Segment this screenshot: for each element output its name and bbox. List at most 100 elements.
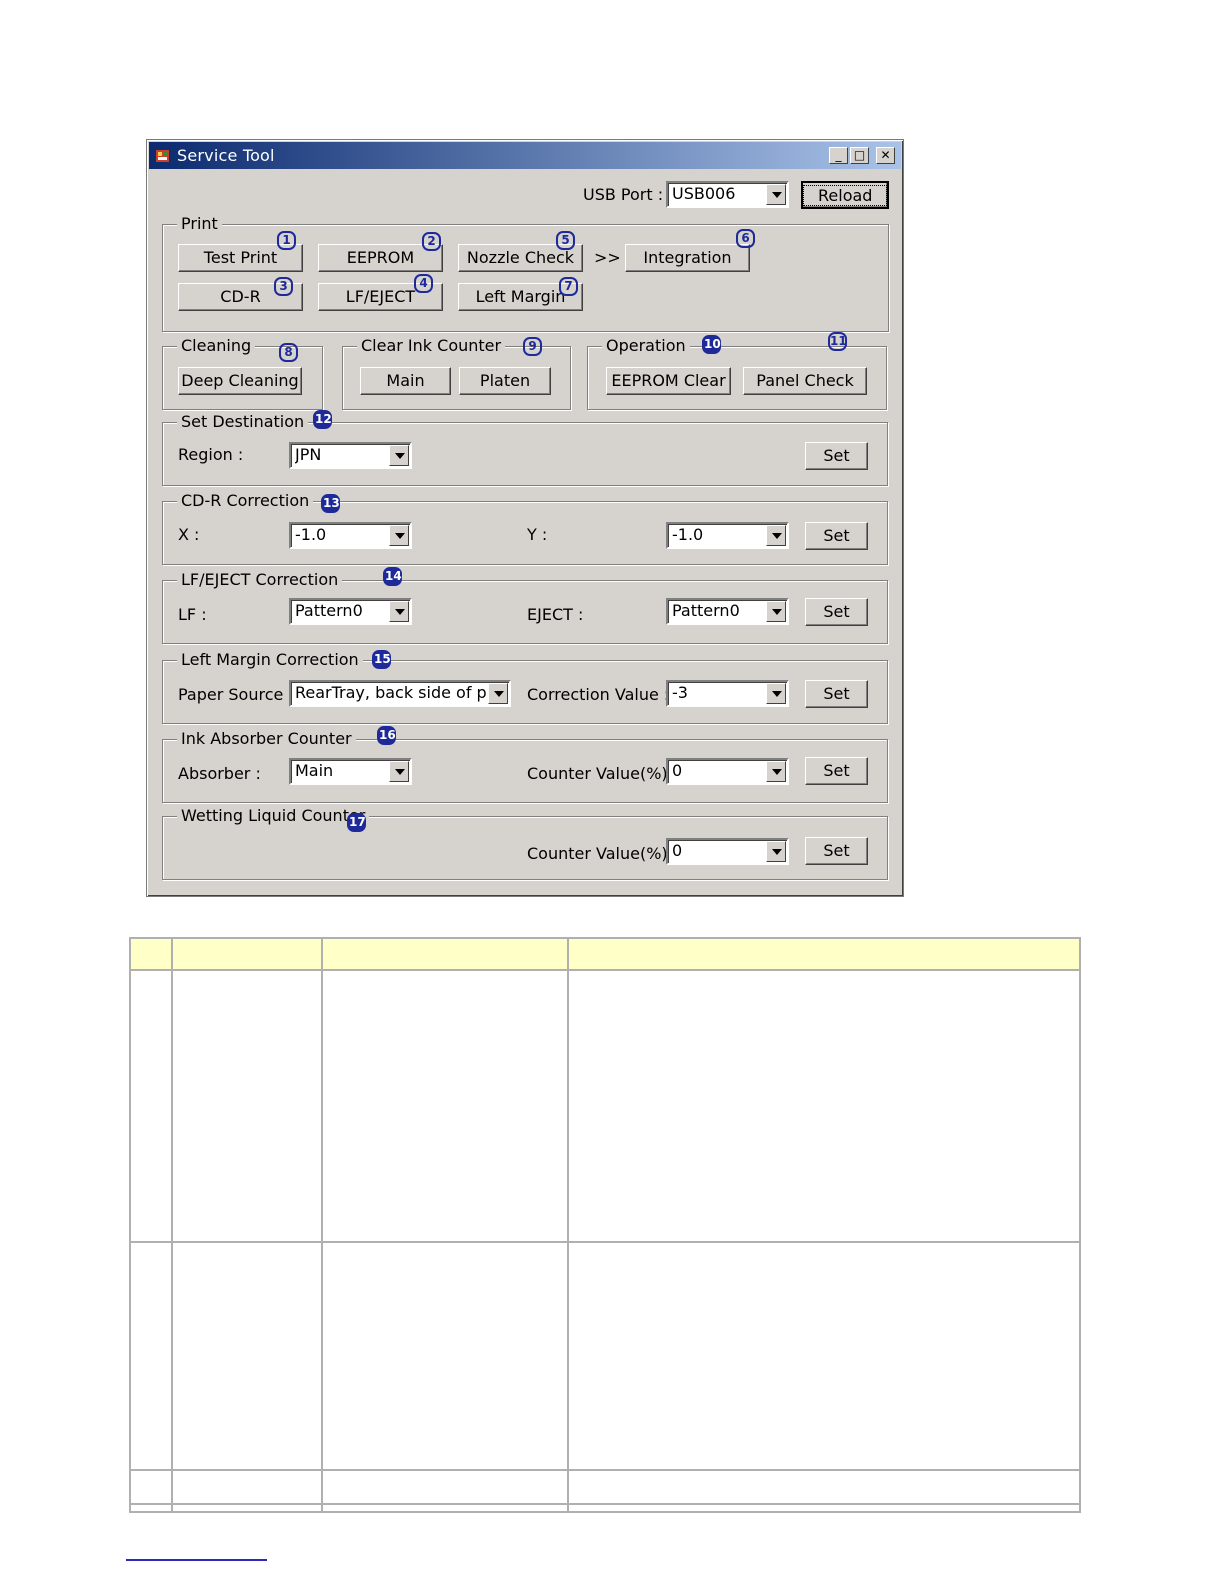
chevron-down-icon[interactable] xyxy=(766,525,786,546)
cleaning-legend: Cleaning xyxy=(177,336,256,355)
table-cell xyxy=(321,1503,569,1513)
integration-button[interactable]: Integration xyxy=(625,244,750,272)
callout-badge-9: 9 xyxy=(523,337,542,356)
eeprom-clear-button[interactable]: EEPROM Clear xyxy=(606,367,731,395)
chevron-down-icon[interactable] xyxy=(389,761,409,782)
ink-absorber-set-button[interactable]: Set xyxy=(805,757,868,785)
table-row xyxy=(129,1469,1081,1505)
callout-badge-8: 8 xyxy=(279,343,298,362)
chevron-down-icon[interactable] xyxy=(389,445,409,466)
set-destination-group: Set Destination xyxy=(162,412,888,486)
deep-cleaning-button[interactable]: Deep Cleaning xyxy=(178,367,302,395)
print-group: Print xyxy=(162,214,889,332)
chevron-down-icon[interactable] xyxy=(488,683,508,704)
wetting-liquid-set-button[interactable]: Set xyxy=(805,837,868,865)
lf-label: LF : xyxy=(178,605,207,624)
table-cell xyxy=(567,969,1081,1243)
callout-badge-11: 11 xyxy=(828,332,847,351)
table-cell xyxy=(129,1469,173,1505)
cdr-correction-set-button[interactable]: Set xyxy=(805,522,868,550)
usb-port-value: USB006 xyxy=(672,184,736,203)
set-destination-set-button[interactable]: Set xyxy=(805,442,868,470)
chevron-down-icon[interactable] xyxy=(766,841,786,862)
eject-value: Pattern0 xyxy=(672,601,740,620)
arrow-label: >> xyxy=(594,248,621,267)
table-header-cell xyxy=(171,937,323,971)
callout-badge-1: 1 xyxy=(277,231,296,250)
table-cell xyxy=(567,1241,1081,1471)
lf-eject-correction-set-button[interactable]: Set xyxy=(805,598,868,626)
eject-select[interactable]: Pattern0 xyxy=(666,598,789,625)
paper-source-label: Paper Source : xyxy=(178,685,294,704)
callout-badge-5: 5 xyxy=(556,231,575,250)
table-cell xyxy=(171,969,323,1243)
y-value: -1.0 xyxy=(672,525,704,544)
callout-badge-10: 10 xyxy=(702,335,721,354)
table-header-cell xyxy=(129,937,173,971)
table-row xyxy=(129,1241,1081,1471)
minimize-button[interactable]: _ xyxy=(829,147,848,164)
cdr-correction-legend: CD-R Correction xyxy=(177,491,314,510)
service-tool-window: Service Tool _ □ ✕ USB Port : USB006 Rel… xyxy=(146,139,904,897)
paper-source-select[interactable]: RearTray, back side of pap xyxy=(289,680,511,707)
table-row xyxy=(129,969,1081,1243)
usb-port-label: USB Port : xyxy=(583,185,664,204)
chevron-down-icon[interactable] xyxy=(766,601,786,622)
correction-value: -3 xyxy=(672,683,688,702)
main-button[interactable]: Main xyxy=(360,367,451,395)
clear-ink-counter-legend: Clear Ink Counter xyxy=(357,336,506,355)
callout-badge-14: 14 xyxy=(383,567,402,586)
chevron-down-icon[interactable] xyxy=(389,601,409,622)
callout-badge-4: 4 xyxy=(414,274,433,293)
callout-badge-3: 3 xyxy=(274,277,293,296)
window-title: Service Tool xyxy=(177,146,275,165)
callout-badge-7: 7 xyxy=(559,277,578,296)
table-cell xyxy=(171,1241,323,1471)
lf-value: Pattern0 xyxy=(295,601,363,620)
spec-table xyxy=(129,937,1081,1513)
absorber-label: Absorber : xyxy=(178,764,261,783)
ink-counter-value-label: Counter Value(%) : xyxy=(527,764,679,783)
print-legend: Print xyxy=(177,214,222,233)
set-destination-legend: Set Destination xyxy=(177,412,309,431)
lf-select[interactable]: Pattern0 xyxy=(289,598,412,625)
paper-source-value: RearTray, back side of pap xyxy=(295,683,487,702)
table-cell xyxy=(129,1241,173,1471)
table-cell xyxy=(321,1241,569,1471)
table-cell xyxy=(129,1503,173,1513)
close-button[interactable]: ✕ xyxy=(876,147,895,164)
region-label: Region : xyxy=(178,445,244,464)
left-margin-correction-set-button[interactable]: Set xyxy=(805,680,868,708)
wetting-counter-value-label: Counter Value(%) : xyxy=(527,844,679,863)
correction-value-select[interactable]: -3 xyxy=(666,680,789,707)
region-select[interactable]: JPN xyxy=(289,442,412,469)
absorber-value: Main xyxy=(295,761,334,780)
table-cell xyxy=(567,1469,1081,1505)
y-select[interactable]: -1.0 xyxy=(666,522,789,549)
callout-badge-13: 13 xyxy=(321,494,340,513)
callout-badge-17: 17 xyxy=(347,813,366,832)
table-header-row xyxy=(129,937,1081,971)
title-bar[interactable]: Service Tool _ □ ✕ xyxy=(149,142,901,169)
usb-port-select[interactable]: USB006 xyxy=(666,181,789,208)
x-select[interactable]: -1.0 xyxy=(289,522,412,549)
absorber-select[interactable]: Main xyxy=(289,758,412,785)
reload-button[interactable]: Reload xyxy=(801,181,889,209)
chevron-down-icon[interactable] xyxy=(766,184,786,205)
callout-badge-6: 6 xyxy=(736,229,755,248)
chevron-down-icon[interactable] xyxy=(766,761,786,782)
callout-badge-15: 15 xyxy=(372,650,391,669)
chevron-down-icon[interactable] xyxy=(389,525,409,546)
x-value: -1.0 xyxy=(295,525,327,544)
wetting-counter-value-select[interactable]: 0 xyxy=(666,838,789,865)
panel-check-button[interactable]: Panel Check xyxy=(743,367,867,395)
table-cell xyxy=(129,969,173,1243)
chevron-down-icon[interactable] xyxy=(766,683,786,704)
ink-absorber-counter-legend: Ink Absorber Counter xyxy=(177,729,356,748)
table-cell xyxy=(567,1503,1081,1513)
correction-value-label: Correction Value : xyxy=(527,685,670,704)
platen-button[interactable]: Platen xyxy=(459,367,551,395)
left-margin-correction-legend: Left Margin Correction xyxy=(177,650,363,669)
ink-counter-value-select[interactable]: 0 xyxy=(666,758,789,785)
maximize-button[interactable]: □ xyxy=(850,147,869,164)
